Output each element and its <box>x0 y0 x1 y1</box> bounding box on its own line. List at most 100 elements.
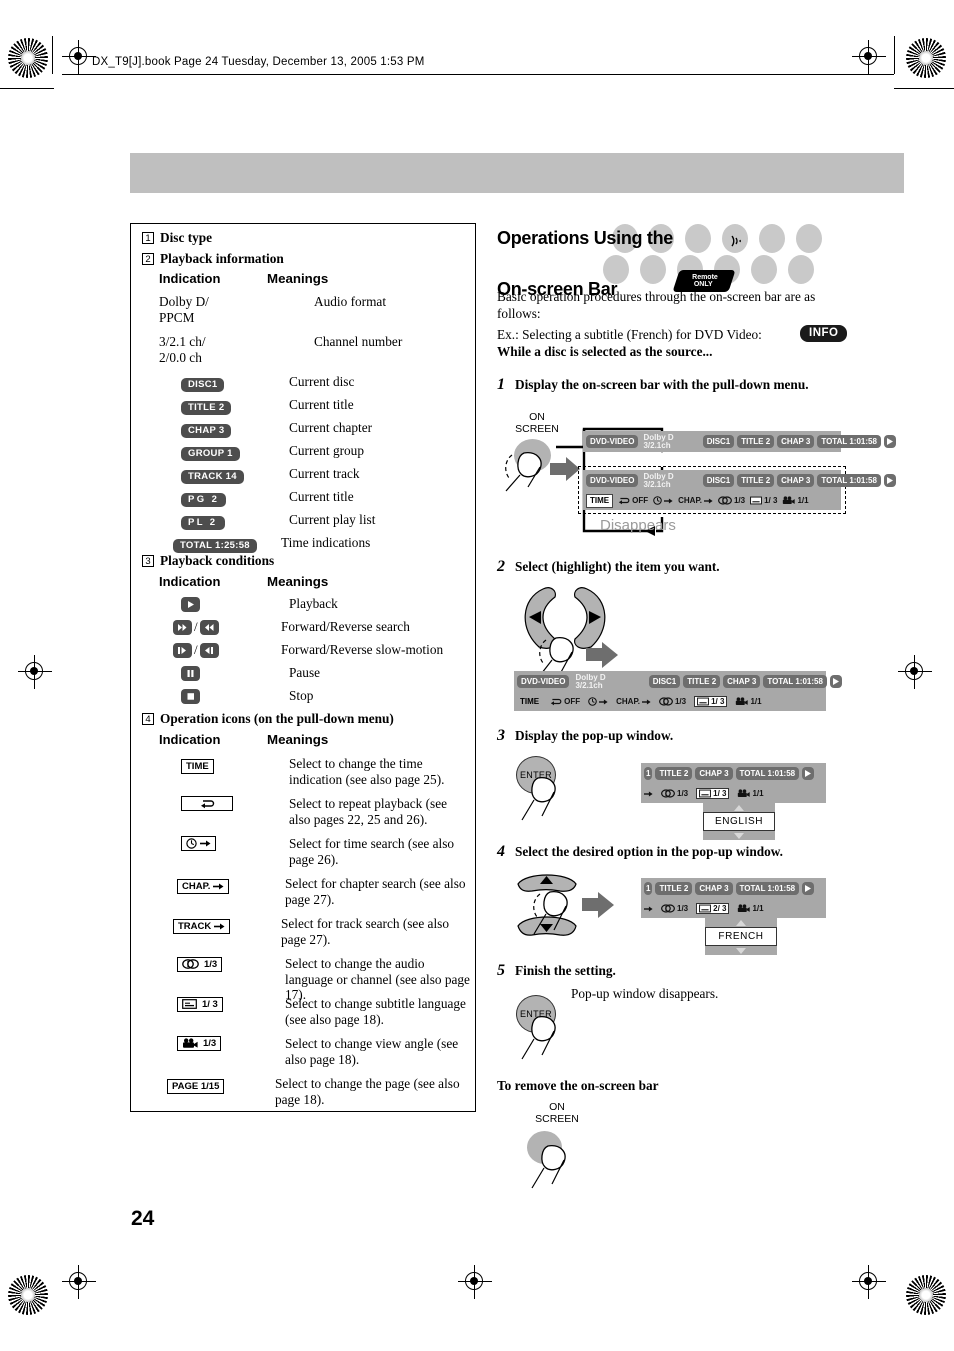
menu-chapter-search-item-2[interactable]: CHAP. <box>616 697 651 706</box>
view-angle-label: 1/3 <box>203 1038 217 1049</box>
rewind-icon <box>199 619 219 635</box>
menu-time-item-2[interactable]: TIME <box>517 695 543 708</box>
menu-audio-item-2[interactable]: 1/3 <box>659 697 686 706</box>
popup-disappears-note: Pop-up window disappears. <box>571 986 719 1001</box>
section-title-1: Disc type <box>160 230 213 245</box>
time-icon-label: TIME <box>186 761 209 772</box>
popup-value-english[interactable]: ENGLISH <box>703 812 775 831</box>
osd-play-indicator-4 <box>802 767 815 780</box>
on-screen-label-2-line-2: SCREEN <box>535 1112 579 1125</box>
osd-play-indicator-5 <box>802 882 815 895</box>
menu-subtitle-item-highlighted[interactable]: 1/ 3 <box>694 696 728 707</box>
popup-scroll-up-step4[interactable] <box>705 918 777 927</box>
meaning-repeat-text: Select to repeat playback (see also page… <box>289 796 448 827</box>
popup-value-french[interactable]: FRENCH <box>705 927 777 946</box>
meaning-stop: Stop <box>289 688 314 703</box>
osd-title-2: TITLE 2 <box>737 474 775 487</box>
menu-subtitle-item-highlighted-3[interactable]: 1/ 3 <box>696 788 730 799</box>
menu-chapter-search-item[interactable]: CHAP. <box>678 496 713 505</box>
section-disc-type: 1 Disc type <box>142 230 212 246</box>
indication-chapter-search: CHAP. <box>159 876 285 894</box>
trim-line-right-vertical <box>894 36 895 74</box>
menu-subtitle-item-highlighted-4[interactable]: 2/ 3 <box>696 903 730 914</box>
crosshair-bottom-center <box>458 1265 492 1299</box>
column-headers-playback-information: Indication Meanings <box>159 271 469 287</box>
popup-scroll-up-step3[interactable] <box>703 803 775 812</box>
on-screen-label-2-line-1: ON <box>549 1101 565 1113</box>
osd-play-indicator-3 <box>829 675 842 688</box>
badge-total-time: TOTAL 1:25:58 <box>173 538 257 553</box>
audio-language-label: 1/3 <box>204 958 218 970</box>
indication-slow-motion: / <box>159 642 281 658</box>
menu-time-search-item[interactable] <box>653 496 673 505</box>
playback-conditions-rows: Playback / Forward/Reverse search / Forw… <box>159 596 469 711</box>
menu-repeat-item[interactable]: OFF <box>618 496 648 505</box>
step-4-number: 4 <box>497 843 505 860</box>
fast-forward-icon <box>173 619 192 635</box>
indication-playback <box>159 596 289 614</box>
menu-time-item[interactable]: TIME <box>586 493 614 508</box>
badge-group: GROUP 1 <box>181 446 240 461</box>
menu-subtitle-item[interactable]: 1/ 3 <box>750 496 777 505</box>
remote-only-badge: Remote ONLY <box>672 270 736 292</box>
indication-audio-language: 1/3 <box>159 956 285 974</box>
badge-chapter: CHAP 3 <box>181 423 232 438</box>
table-row: TRACK 14 Current track <box>159 466 469 489</box>
page-label: PAGE 1/15 <box>172 1081 220 1092</box>
menu-angle-item-2[interactable]: 1/1 <box>735 697 762 706</box>
remove-on-screen-bar-heading: To remove the on-screen bar <box>497 1078 659 1093</box>
pressing-finger-illustration-step4 <box>530 880 640 945</box>
osd-total-time-5: TOTAL 1:01:58 <box>735 882 800 895</box>
meaning-current-title: Current title <box>289 397 354 412</box>
menu-audio-value-4: 1/3 <box>677 904 689 913</box>
menu-angle-item-3[interactable]: 1/1 <box>737 789 764 798</box>
osd-title-3: TITLE 2 <box>683 675 721 688</box>
registration-starburst-top-left <box>8 38 48 78</box>
crosshair-top-right <box>852 40 886 74</box>
menu-audio-value-2: 1/3 <box>674 697 687 706</box>
time-search-icon <box>181 836 216 851</box>
triangle-down-icon-2 <box>736 947 746 954</box>
triangle-up-icon-2 <box>736 919 746 926</box>
indication-time: TOTAL 1:25:58 <box>159 535 281 553</box>
step-2: 2 Select (highlight) the item you want. <box>497 558 852 576</box>
meaning-current-chapter: Current chapter <box>289 420 373 435</box>
menu-audio-item-4[interactable]: 1/3 <box>661 904 688 913</box>
menu-time-search-item-2[interactable] <box>588 697 608 706</box>
on-screen-bar-step3-row1: 1 TITLE 2 CHAP 3 TOTAL 1:01:58 <box>641 763 826 784</box>
table-row: CHAP. Select for chapter search (see als… <box>159 876 471 916</box>
table-row: PG 2 Current title <box>159 489 469 512</box>
osd-disc-2: DISC1 <box>702 474 735 487</box>
osd-chapter-5: CHAP 3 <box>695 882 733 895</box>
popup-scroll-down-step3[interactable] <box>703 831 775 840</box>
menu-audio-value-3: 1/3 <box>677 789 689 798</box>
disappears-label: Disappears <box>600 517 676 534</box>
menu-repeat-item-2[interactable]: OFF <box>550 697 580 706</box>
menu-audio-item[interactable]: 1/3 <box>718 496 745 505</box>
osd-disc-cropped-step3: 1 <box>644 767 653 780</box>
crosshair-bottom-left <box>62 1265 96 1299</box>
indication-current-title: TITLE 2 <box>159 397 289 415</box>
table-row: 1/3 Select to change view angle (see als… <box>159 1036 471 1076</box>
step-2-text: Select (highlight) the item you want. <box>515 559 720 574</box>
trim-line-left-horizontal <box>0 88 54 89</box>
page-icon: PAGE 1/15 <box>167 1079 225 1094</box>
popup-scroll-down-step4[interactable] <box>705 946 777 955</box>
page-number: 24 <box>131 1207 155 1230</box>
on-screen-bar-expanded-row1: DVD-VIDEO Dolby D 3/2.1ch DISC1 TITLE 2 … <box>583 470 896 491</box>
badge-track: TRACK 14 <box>181 469 244 484</box>
table-row: Select for time search (see also page 26… <box>159 836 471 876</box>
menu-audio-item-3[interactable]: 1/3 <box>661 789 688 798</box>
table-row: / Forward/Reverse search <box>159 619 469 642</box>
step-5-text: Finish the setting. <box>515 963 616 978</box>
osd-title-5: TITLE 2 <box>655 882 693 895</box>
section-number-1: 1 <box>142 232 154 244</box>
osd-title-4: TITLE 2 <box>655 767 693 780</box>
meaning-search: Forward/Reverse search <box>281 619 410 634</box>
menu-angle-item[interactable]: 1/1 <box>782 496 809 505</box>
meaning-current-program: Current title <box>289 489 354 504</box>
menu-angle-item-4[interactable]: 1/1 <box>737 904 764 913</box>
osd-total-time: TOTAL 1:01:58 <box>817 435 881 448</box>
chapter-banner <box>130 153 904 193</box>
step-4-text: Select the desired option in the pop-up … <box>515 844 783 859</box>
